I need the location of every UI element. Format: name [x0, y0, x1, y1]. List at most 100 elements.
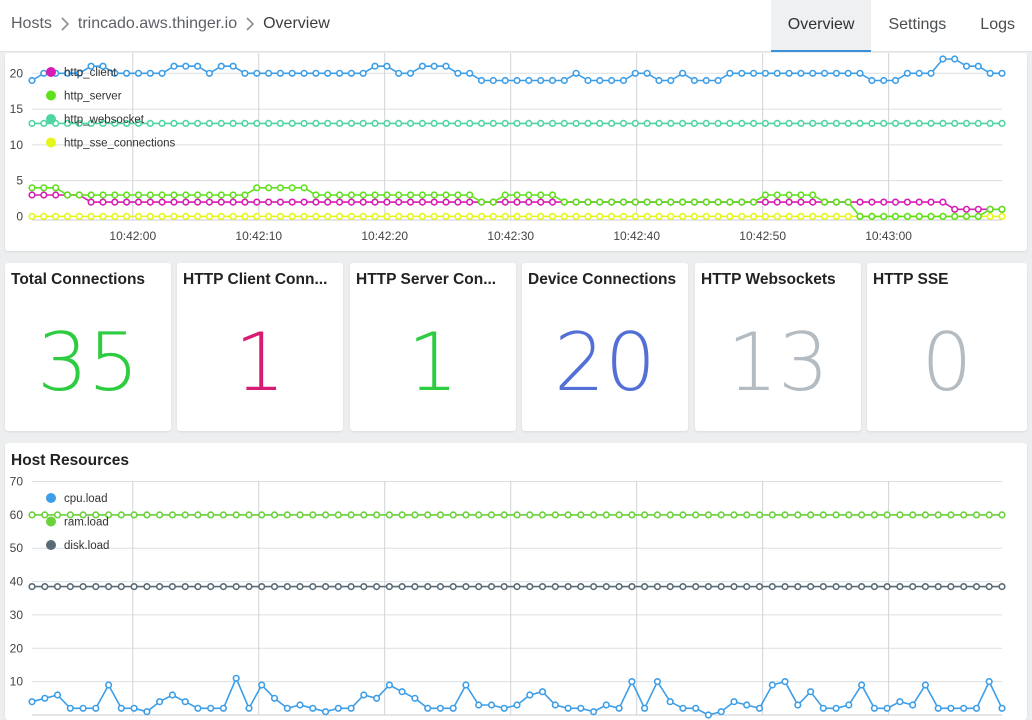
data-point: [870, 511, 879, 519]
data-point: [525, 212, 533, 220]
data-point: [40, 184, 48, 192]
data-point: [270, 583, 279, 591]
data-point: [28, 511, 36, 519]
data-point: [868, 119, 876, 127]
data-point: [819, 511, 827, 519]
data-point: [489, 76, 497, 85]
data-point: [87, 191, 95, 199]
data-point: [265, 198, 273, 206]
data-point: [265, 69, 273, 77]
data-point: [615, 511, 623, 519]
data-point: [500, 583, 508, 591]
data-point: [288, 198, 296, 206]
data-point: [360, 511, 368, 519]
data-point: [856, 69, 864, 77]
data-point: [424, 704, 432, 712]
data-point: [347, 511, 355, 519]
tab-settings[interactable]: Settings: [871, 0, 963, 52]
data-point: [312, 198, 320, 206]
data-point: [903, 119, 912, 127]
data-point: [572, 198, 580, 206]
data-point: [986, 205, 994, 213]
tab-logs[interactable]: Logs: [963, 0, 1032, 52]
data-point: [809, 191, 817, 199]
data-point: [785, 119, 793, 127]
data-point: [560, 198, 568, 206]
data-point: [692, 511, 700, 519]
data-point: [832, 119, 841, 127]
data-point: [143, 583, 151, 591]
data-point: [122, 212, 131, 220]
data-point: [258, 681, 266, 689]
stat-value: 13: [727, 316, 829, 409]
data-point: [406, 198, 415, 206]
data-point: [667, 119, 675, 127]
data-point: [564, 583, 572, 591]
data-point: [513, 511, 521, 519]
data-point: [525, 191, 533, 199]
data-point: [844, 119, 852, 127]
series-device-connections: [28, 55, 1006, 85]
data-point: [194, 119, 202, 127]
data-point: [296, 701, 304, 709]
data-point: [181, 583, 189, 591]
y-tick-label: 20: [10, 66, 24, 80]
data-point: [359, 212, 367, 220]
breadcrumb-host-link[interactable]: trincado.aws.thinger.io: [78, 15, 237, 33]
data-point: [730, 583, 738, 591]
data-point: [679, 511, 687, 519]
series-http_websocket: [28, 119, 1006, 127]
data-point: [951, 55, 959, 63]
data-point: [442, 62, 450, 70]
data-point: [122, 69, 131, 77]
breadcrumb-hosts-link[interactable]: Hosts: [11, 15, 52, 33]
data-point: [678, 198, 687, 206]
data-point: [915, 198, 923, 206]
data-point: [679, 704, 687, 712]
data-point: [797, 191, 805, 199]
data-point: [844, 69, 852, 77]
data-point: [962, 62, 971, 70]
data-point: [411, 583, 419, 591]
data-point: [194, 511, 202, 519]
data-point: [560, 212, 568, 220]
data-point: [880, 119, 888, 127]
data-point: [596, 198, 604, 206]
data-point: [99, 191, 107, 199]
data-point: [832, 198, 841, 206]
data-point: [28, 191, 36, 199]
data-point: [241, 191, 249, 199]
data-point: [985, 678, 993, 686]
data-point: [430, 191, 438, 199]
data-point: [666, 511, 674, 519]
data-point: [324, 69, 332, 77]
data-point: [347, 583, 355, 591]
data-point: [679, 583, 687, 591]
data-point: [631, 212, 639, 220]
data-point: [500, 511, 508, 519]
data-point: [915, 119, 923, 127]
data-point: [360, 583, 368, 591]
data-point: [300, 184, 308, 192]
data-point: [602, 701, 610, 709]
data-point: [398, 583, 406, 591]
data-point: [398, 511, 406, 519]
data-point: [334, 704, 342, 712]
data-point: [738, 198, 746, 206]
data-point: [934, 583, 942, 591]
tab-overview[interactable]: Overview: [770, 0, 872, 52]
data-point: [643, 198, 651, 206]
data-point: [466, 69, 474, 77]
data-point: [158, 119, 166, 127]
data-point: [182, 191, 190, 199]
data-point: [640, 583, 649, 591]
data-point: [551, 701, 559, 709]
legend-label: http_sse_connections: [64, 138, 175, 150]
data-point: [359, 191, 367, 199]
data-point: [217, 119, 225, 127]
data-point: [702, 119, 710, 127]
data-point: [537, 212, 545, 220]
data-point: [111, 191, 119, 199]
stat-card-http-client: HTTP Client Conn... 1: [177, 263, 343, 431]
data-point: [312, 212, 320, 220]
